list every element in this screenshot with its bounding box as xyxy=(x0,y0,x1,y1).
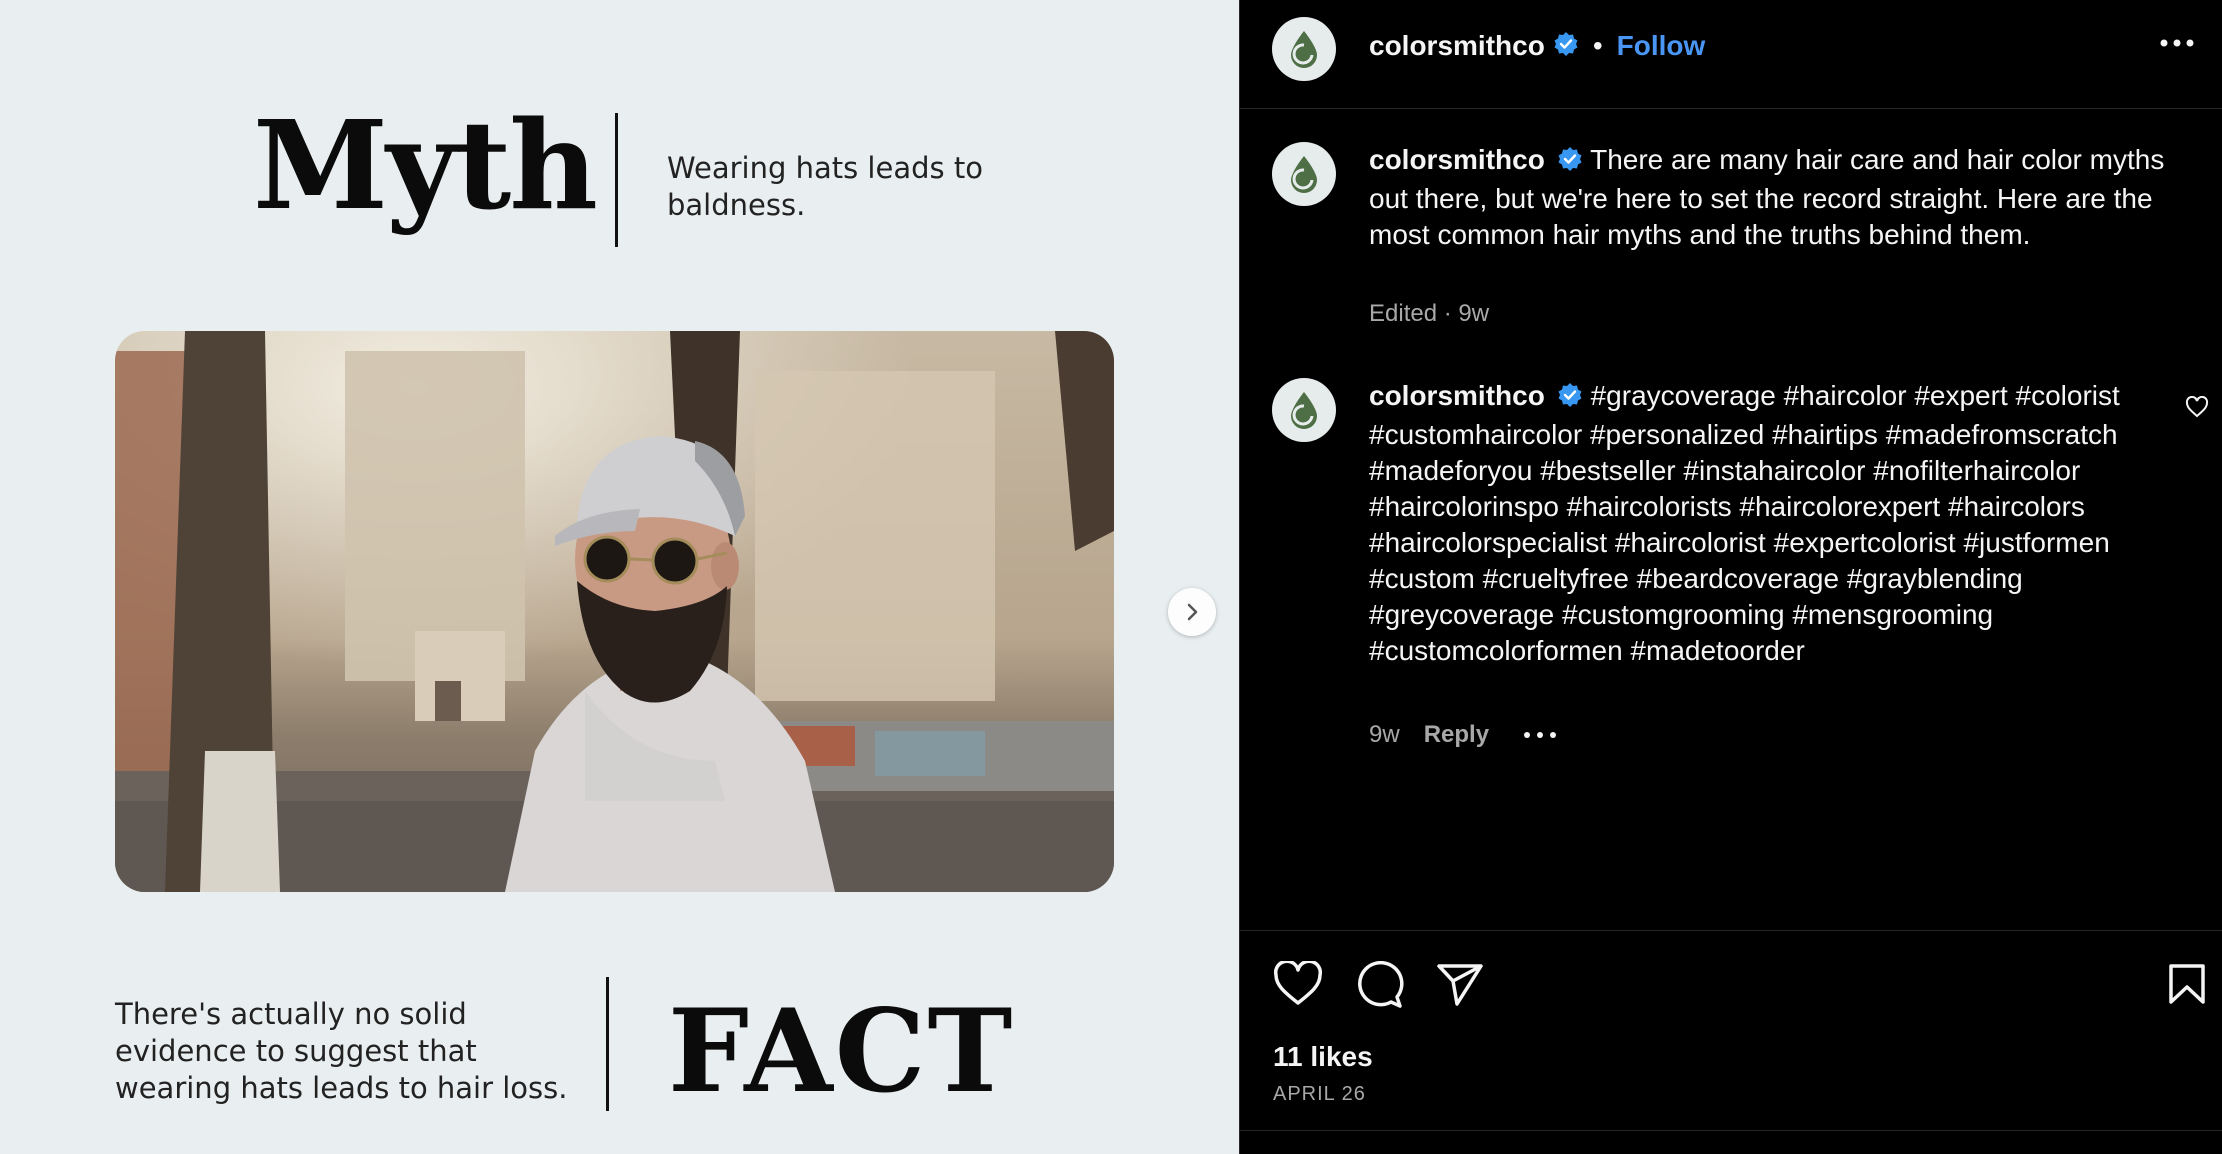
comment-time: 9w xyxy=(1369,721,1400,748)
comment-username[interactable]: colorsmithco xyxy=(1369,380,1545,411)
header-username[interactable]: colorsmithco xyxy=(1369,30,1545,62)
verified-badge-icon xyxy=(1557,381,1583,417)
fact-text: There's actually no solid evidence to su… xyxy=(115,997,568,1105)
like-button[interactable] xyxy=(1273,959,1323,1012)
header-separator: • xyxy=(1592,30,1603,61)
reply-button[interactable]: Reply xyxy=(1424,721,1489,749)
caption-avatar[interactable] xyxy=(1272,142,1336,206)
more-horizontal-icon xyxy=(1524,732,1557,738)
post-actions: 11 likes APRIL 26 xyxy=(1239,930,2222,1131)
heart-outline-icon xyxy=(1273,959,1323,1005)
avatar[interactable] xyxy=(1272,17,1336,81)
chevron-right-icon xyxy=(1187,603,1198,621)
hashtag-comment: colorsmithco #graycoverage #haircolor #e… xyxy=(1369,378,2169,669)
myth-divider xyxy=(615,113,618,247)
post-header: colorsmithco • Follow xyxy=(1239,0,2222,109)
bookmark-icon xyxy=(2169,964,2205,1004)
myth-text: Wearing hats leads to baldness. xyxy=(667,151,983,222)
brand-drop-logo-icon xyxy=(1291,392,1317,429)
heart-outline-icon xyxy=(2185,395,2209,418)
man-in-cap-photo xyxy=(115,331,1114,892)
comment-more-button[interactable] xyxy=(1523,730,1557,740)
verified-badge-icon xyxy=(1553,31,1579,62)
likes-count[interactable]: 11 likes xyxy=(1273,1041,1373,1073)
verified-badge-icon xyxy=(1557,145,1583,181)
next-slide-button[interactable] xyxy=(1168,588,1216,636)
caption: colorsmithco There are many hair care an… xyxy=(1369,142,2169,253)
post-date: APRIL 26 xyxy=(1273,1083,1366,1105)
comment-meta: 9w Reply xyxy=(1369,721,1557,749)
myth-title: Myth xyxy=(253,93,598,237)
fact-divider xyxy=(606,977,609,1111)
more-horizontal-icon xyxy=(2160,39,2194,47)
comment-avatar[interactable] xyxy=(1272,378,1336,442)
caption-meta: Edited · 9w xyxy=(1369,300,1490,327)
follow-button[interactable]: Follow xyxy=(1617,30,1706,62)
brand-drop-logo-icon xyxy=(1291,156,1317,193)
post-side-panel: colorsmithco • Follow colorsmithco There… xyxy=(1239,0,2222,1154)
caption-username[interactable]: colorsmithco xyxy=(1369,144,1545,175)
comment-text: #graycoverage #haircolor #expert #colori… xyxy=(1369,380,2120,666)
share-button[interactable] xyxy=(1435,961,1485,1012)
speech-bubble-icon xyxy=(1358,960,1404,1008)
header-user: colorsmithco • Follow xyxy=(1369,30,1705,62)
paper-plane-icon xyxy=(1437,964,1483,1006)
fact-title: FACT xyxy=(668,984,1015,1118)
post-image[interactable]: Myth Wearing hats leads to baldness. The… xyxy=(0,0,1239,1154)
save-button[interactable] xyxy=(2168,963,2206,1010)
like-comment-button[interactable] xyxy=(2185,395,2209,423)
comment-button[interactable] xyxy=(1354,960,1404,1014)
brand-drop-logo-icon xyxy=(1291,31,1317,68)
more-options-button[interactable] xyxy=(2159,36,2195,54)
